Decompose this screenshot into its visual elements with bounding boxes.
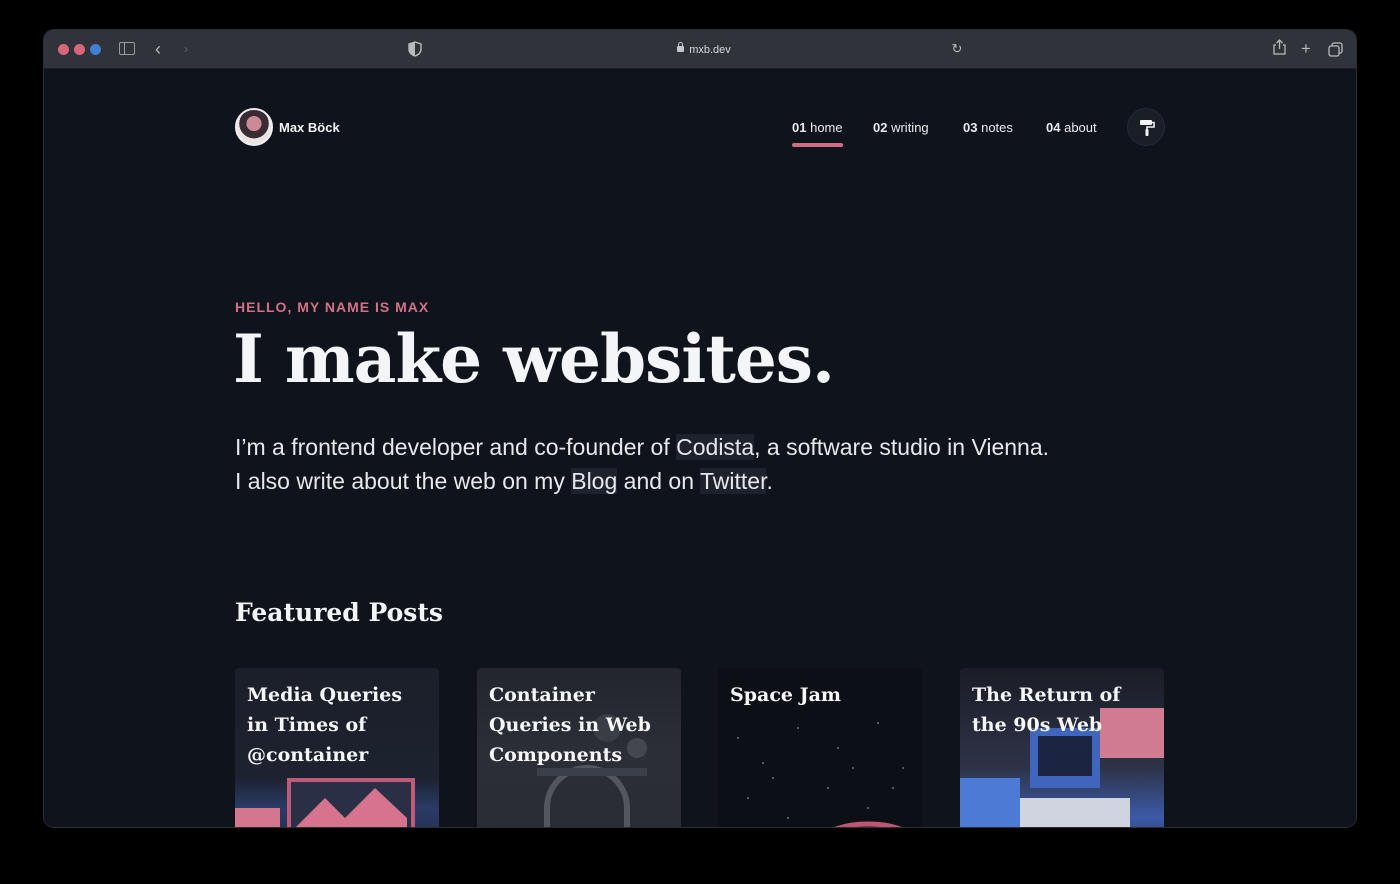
nav-label: about	[1064, 120, 1097, 135]
post-title: Space Jam	[730, 684, 841, 706]
featured-post-card[interactable]: Space Jam SPACE JAM	[718, 668, 922, 827]
nav-item-notes[interactable]: 03 notes	[963, 120, 1013, 135]
nav-label: writing	[891, 120, 929, 135]
nav-label: notes	[981, 120, 1013, 135]
post-title: The Return of the 90s Web	[972, 684, 1121, 736]
browser-toolbar: ‹ › mxb.dev ↻ +	[44, 30, 1356, 69]
intro-text: I also write about the web on my	[235, 468, 572, 494]
nav-item-home[interactable]: 01 home	[792, 120, 843, 135]
hero-title: I make websites.	[233, 320, 835, 398]
blog-link[interactable]: Blog	[571, 468, 618, 494]
intro-text: I’m a frontend developer and co-founder …	[235, 434, 677, 460]
nav-number: 04	[1046, 120, 1061, 135]
intro-text: , a software studio in Vienna.	[754, 434, 1050, 460]
new-tab-icon[interactable]: +	[1298, 39, 1314, 59]
nav-number: 01	[792, 120, 807, 135]
lock-icon	[677, 42, 685, 52]
url-text: mxb.dev	[689, 44, 731, 56]
theme-switcher-button[interactable]	[1127, 108, 1165, 146]
post-title: Container Queries in Web Components	[489, 684, 651, 766]
codista-link[interactable]: Codista	[676, 434, 755, 460]
featured-post-card[interactable]: Container Queries in Web Components	[477, 668, 681, 827]
privacy-shield-icon[interactable]	[408, 41, 422, 57]
nav-item-writing[interactable]: 02 writing	[873, 120, 929, 135]
tab-overview-icon[interactable]	[1327, 42, 1343, 57]
post-title: Media Queries in Times of @container	[247, 684, 403, 766]
address-bar[interactable]: mxb.dev	[604, 41, 804, 59]
featured-post-card[interactable]: Media Queries in Times of @container	[235, 668, 439, 827]
nav-label: home	[810, 120, 843, 135]
nav-number: 03	[963, 120, 978, 135]
nav-item-about[interactable]: 04 about	[1046, 120, 1097, 135]
reload-icon[interactable]: ↻	[949, 39, 965, 59]
forward-arrow-icon[interactable]: ›	[179, 39, 193, 59]
twitter-link[interactable]: Twitter	[700, 468, 767, 494]
nav-number: 02	[873, 120, 888, 135]
intro-text: .	[766, 468, 773, 494]
sidebar-toggle-icon[interactable]	[119, 42, 135, 55]
hero-intro: I’m a frontend developer and co-founder …	[235, 430, 1135, 498]
intro-text: and on	[617, 468, 700, 494]
hero-kicker: HELLO, MY NAME IS MAX	[235, 299, 430, 315]
close-window-button[interactable]	[58, 44, 69, 55]
active-nav-indicator	[792, 143, 843, 147]
avatar[interactable]	[235, 108, 273, 146]
maximize-window-button[interactable]	[90, 44, 101, 55]
minimize-window-button[interactable]	[74, 44, 85, 55]
paint-roller-icon	[1140, 120, 1155, 136]
featured-post-card[interactable]: The Return of the 90s Web	[960, 668, 1164, 827]
web-page: Max Böck 01 home 02 writing 03 notes 04 …	[44, 70, 1356, 827]
browser-window: ‹ › mxb.dev ↻ + Max Böck 01 home 02 writ…	[44, 30, 1356, 827]
site-name[interactable]: Max Böck	[279, 120, 340, 135]
back-arrow-icon[interactable]: ‹	[151, 39, 165, 59]
share-icon[interactable]	[1271, 39, 1287, 59]
featured-posts-heading: Featured Posts	[235, 598, 443, 627]
